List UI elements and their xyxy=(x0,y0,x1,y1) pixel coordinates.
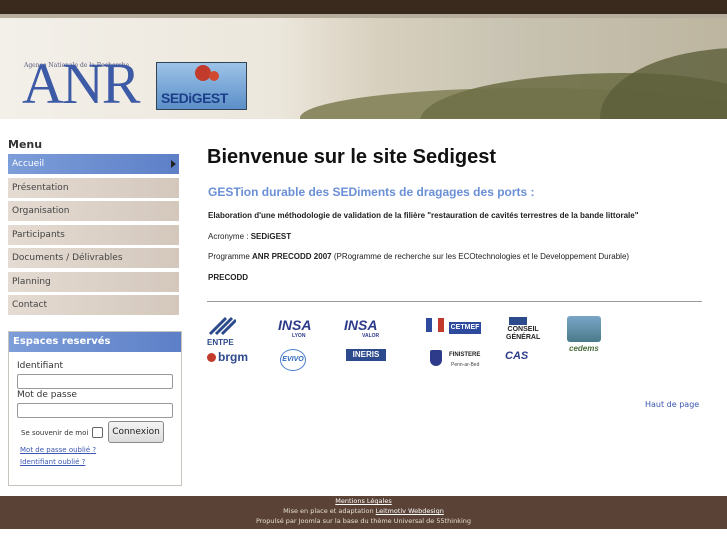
sidebar-item-label: Contact xyxy=(12,300,48,310)
sidebar-item-label: Participants xyxy=(12,229,65,240)
divider xyxy=(207,301,702,302)
cedems-image-icon xyxy=(567,316,601,342)
insa-lyon-logo: INSA xyxy=(278,317,311,333)
login-title: Espaces reservés xyxy=(9,332,181,352)
header-banner: Agence Nationale de la Recherche ANR SED… xyxy=(0,18,727,119)
conseil-general-emblem-icon xyxy=(509,317,527,325)
brgm-text: brgm xyxy=(218,350,248,364)
entpe-logo xyxy=(208,316,238,336)
entpe-stripes-icon xyxy=(208,316,238,336)
banner-landscape-trees xyxy=(600,48,727,119)
sidebar-item-presentation[interactable]: Présentation xyxy=(8,177,179,198)
top-bar xyxy=(0,0,727,14)
back-to-top-link[interactable]: Haut de page xyxy=(645,400,699,409)
bottom-strip xyxy=(0,529,727,545)
cetmef-logo: CETMEF xyxy=(449,322,481,334)
project-description: Elaboration d'une méthodologie de valida… xyxy=(208,211,639,220)
finistere-text: FINISTERE xyxy=(449,352,481,358)
entpe-text: ENTPE xyxy=(207,338,234,347)
menu-title: Menu xyxy=(8,138,43,151)
sidebar-item-participants[interactable]: Participants xyxy=(8,224,179,245)
remember-checkbox[interactable] xyxy=(92,427,103,438)
insa-valor-logo: INSA xyxy=(344,317,377,333)
sidebar-item-contact[interactable]: Contact xyxy=(8,295,179,315)
username-label: Identifiant xyxy=(17,361,64,371)
conseil-general-logo: CONSEIL GÉNÉRAL xyxy=(506,326,540,342)
password-input[interactable] xyxy=(17,403,173,418)
brgm-dot-icon xyxy=(207,353,216,363)
cg-top-text: CONSEIL xyxy=(507,326,539,333)
programme-prefix: Programme xyxy=(208,252,253,261)
remember-label: Se souvenir de moi xyxy=(21,429,89,437)
sidebar-item-planning[interactable]: Planning xyxy=(8,271,179,292)
anr-logo[interactable]: ANR xyxy=(22,51,140,116)
anr-logo-text: ANR xyxy=(22,51,140,116)
sidebar-item-label: Accueil xyxy=(12,159,45,169)
precodd-label: PRECODD xyxy=(208,273,249,282)
insa-valor-sub: VALOR xyxy=(362,333,380,339)
programme-name: ANR PRECODD 2007 xyxy=(252,252,332,261)
password-label: Mot de passe xyxy=(17,390,77,400)
footer-powered-by: Propulsé par Joomla sur la base du thème… xyxy=(255,517,472,525)
insa-lyon-sub: LYON xyxy=(292,333,306,339)
brgm-logo: brgm xyxy=(207,350,248,364)
page-title: Bienvenue sur le site Sedigest xyxy=(207,146,496,168)
republique-flag-icon xyxy=(426,318,444,332)
forgot-password-link[interactable]: Mot de passe oublié ? xyxy=(20,446,96,454)
insa-valor-text: INSA xyxy=(344,317,378,333)
page-subtitle: GESTion durable des SEDiments de dragage… xyxy=(208,185,535,199)
sidebar-item-label: Présentation xyxy=(12,182,69,193)
finistere-shield-icon xyxy=(430,350,442,366)
sidebar-item-documents[interactable]: Documents / Délivrables xyxy=(8,248,179,268)
sedigest-logo-text: SEDiGEST xyxy=(161,90,228,106)
sidebar-item-label: Documents / Délivrables xyxy=(12,253,123,263)
footer: Mentions Légales Mise en place et adapta… xyxy=(0,496,727,529)
programme-line: Programme ANR PRECODD 2007 (PRogramme de… xyxy=(208,252,629,261)
login-button[interactable]: Connexion xyxy=(108,421,164,443)
leitmotiv-link[interactable]: Leitmotiv Webdesign xyxy=(376,507,444,515)
arrow-right-icon xyxy=(171,160,176,168)
acronym-prefix: Acronyme : xyxy=(208,232,251,241)
sidebar-menu: Accueil Présentation Organisation Partic… xyxy=(8,154,179,319)
username-input[interactable] xyxy=(17,374,173,389)
forgot-username-link[interactable]: Identifiant oublié ? xyxy=(20,458,85,466)
acronym-line: Acronyme : SEDiGEST xyxy=(208,232,291,241)
ineris-logo: INERIS xyxy=(346,349,386,361)
finistere-sub: Penn-ar-Bed xyxy=(451,362,480,368)
footer-credits: Mise en place et adaptation Leitmotiv We… xyxy=(0,506,727,516)
evivo-logo: EVIVO xyxy=(280,349,306,371)
footer-credits-prefix: Mise en place et adaptation xyxy=(283,507,376,515)
sidebar-item-accueil[interactable]: Accueil xyxy=(8,154,179,174)
programme-description: (PRogramme de recherche sur les ECOtechn… xyxy=(331,252,630,261)
cg-bottom-text: GÉNÉRAL xyxy=(506,334,541,341)
cedems-logo: cedems xyxy=(569,344,599,353)
flower-icon xyxy=(209,71,219,81)
sedigest-logo[interactable]: SEDiGEST xyxy=(156,62,247,110)
login-box: Espaces reservés Identifiant Mot de pass… xyxy=(8,331,182,486)
insa-lyon-text: INSA xyxy=(278,317,312,333)
sidebar-item-label: Planning xyxy=(12,276,51,287)
sidebar-item-organisation[interactable]: Organisation xyxy=(8,201,179,221)
mentions-legales-link[interactable]: Mentions Légales xyxy=(0,496,727,506)
sidebar-item-label: Organisation xyxy=(12,206,70,216)
cas-logo: CAS xyxy=(505,350,529,362)
acronym-value: SEDiGEST xyxy=(250,232,292,241)
